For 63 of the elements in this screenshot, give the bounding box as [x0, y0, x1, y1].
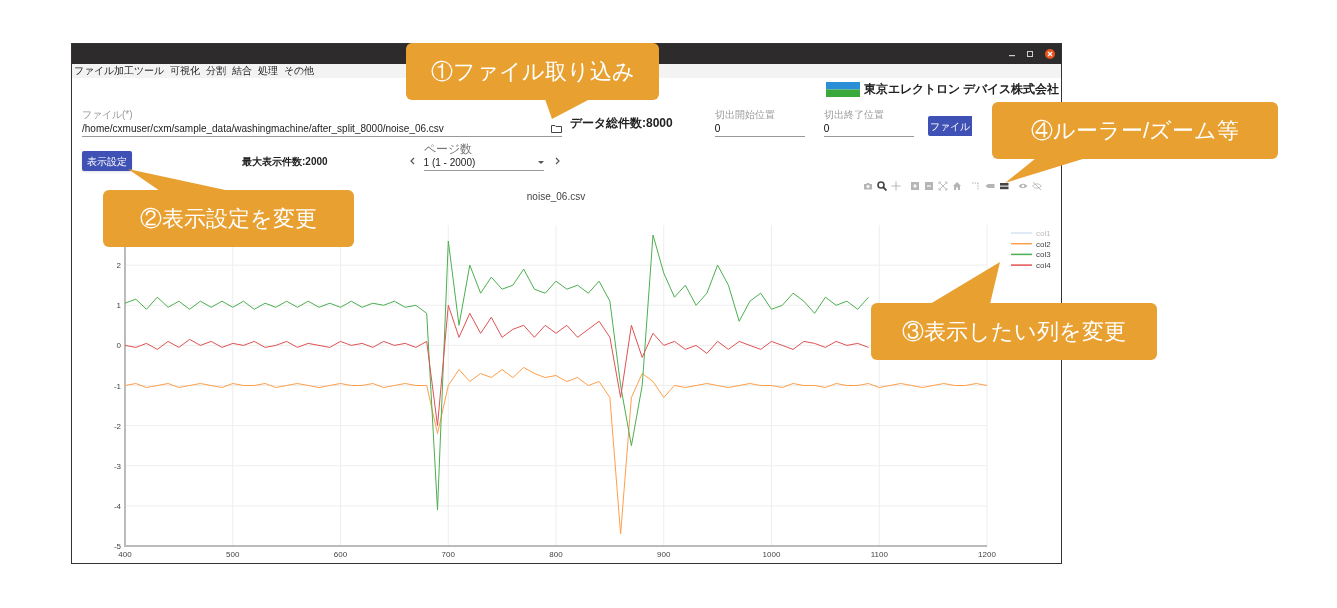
- dropdown-caret-icon: [537, 161, 544, 164]
- menu-item[interactable]: 結合: [232, 65, 252, 77]
- start-field[interactable]: 0: [714, 121, 805, 137]
- legend-label[interactable]: col4: [1036, 261, 1051, 271]
- file-button[interactable]: ファイル: [927, 116, 972, 136]
- home-icon[interactable]: [952, 181, 962, 191]
- axis-tick-label: 600: [333, 550, 348, 559]
- axis-tick-label: 1000: [762, 550, 781, 559]
- legend-label[interactable]: col3: [1036, 250, 1051, 260]
- restore-icon[interactable]: [1027, 51, 1033, 57]
- menu-item[interactable]: その他: [284, 65, 314, 77]
- axis-tick-label: -2: [113, 421, 121, 431]
- axis-tick-label: -5: [113, 542, 121, 551]
- axis-tick-label: 0: [116, 341, 121, 351]
- pan-icon[interactable]: [891, 181, 901, 191]
- axis-tick-label: -1: [113, 381, 121, 391]
- axis-tick-label: 1: [116, 301, 121, 311]
- eye-icon[interactable]: [1018, 181, 1028, 191]
- logo-icon: [825, 81, 860, 97]
- menu-item[interactable]: 可視化: [170, 65, 200, 77]
- autoscale-icon[interactable]: [938, 181, 948, 191]
- file-field[interactable]: /home/cxmuser/cxm/sample_data/washingmachine/after_split_8000/noise_06.csv: [82, 121, 551, 136]
- axis-tick-label: 700: [441, 550, 455, 559]
- zoom-in-icon[interactable]: [910, 181, 920, 191]
- callout-pointer: [930, 262, 1000, 304]
- field-label: 切出終了位置: [823, 109, 885, 121]
- menu-item[interactable]: 処理: [258, 65, 278, 77]
- field-label: 切出開始位置: [714, 109, 776, 121]
- page-select[interactable]: 1 (1 - 2000): [423, 155, 544, 171]
- axis-tick-label: 400: [118, 550, 132, 559]
- chevron-right-icon[interactable]: [554, 157, 560, 165]
- axis-tick-label: 500: [226, 550, 240, 559]
- folder-icon[interactable]: [551, 124, 562, 133]
- legend-label[interactable]: col2: [1036, 239, 1051, 249]
- field-label: ファイル(*): [82, 109, 134, 121]
- spike-lines-icon[interactable]: [971, 181, 981, 191]
- zoom-icon[interactable]: [877, 181, 887, 191]
- callout-pointer: [545, 99, 590, 119]
- axis-tick-label: 2: [116, 261, 121, 271]
- axis-tick-label: 900: [657, 550, 671, 559]
- axis-tick-label: 1100: [870, 550, 888, 559]
- menu-item[interactable]: 分割: [206, 65, 226, 77]
- legend-swatch[interactable]: [1010, 242, 1033, 245]
- axis-tick-label: 800: [549, 550, 563, 559]
- chevron-left-icon[interactable]: [409, 157, 415, 165]
- eye-slash-icon[interactable]: [1032, 181, 1042, 191]
- axis-tick-label: 1200: [978, 550, 996, 559]
- field-label: ページ数: [423, 143, 473, 155]
- total-count: データ総件数:8000: [570, 115, 673, 132]
- menu-item[interactable]: ファイル加工ツール: [74, 65, 164, 77]
- stacked-tags-icon[interactable]: [999, 181, 1009, 191]
- zoom-out-icon[interactable]: [924, 181, 934, 191]
- camera-icon[interactable]: [863, 181, 873, 191]
- chart-title: noise_06.csv: [526, 191, 586, 202]
- legend-swatch[interactable]: [1010, 253, 1033, 256]
- axis-tick-label: -3: [113, 461, 121, 471]
- company-name: 東京エレクトロン デバイス株式会社: [863, 81, 1059, 98]
- tag-icon[interactable]: [985, 181, 995, 191]
- max-count: 最大表示件数:2000: [242, 154, 328, 169]
- display-settings-button[interactable]: 表示設定: [82, 151, 132, 171]
- close-icon[interactable]: [1045, 49, 1055, 59]
- axis-tick-label: -4: [113, 501, 121, 511]
- end-field[interactable]: 0: [823, 121, 914, 137]
